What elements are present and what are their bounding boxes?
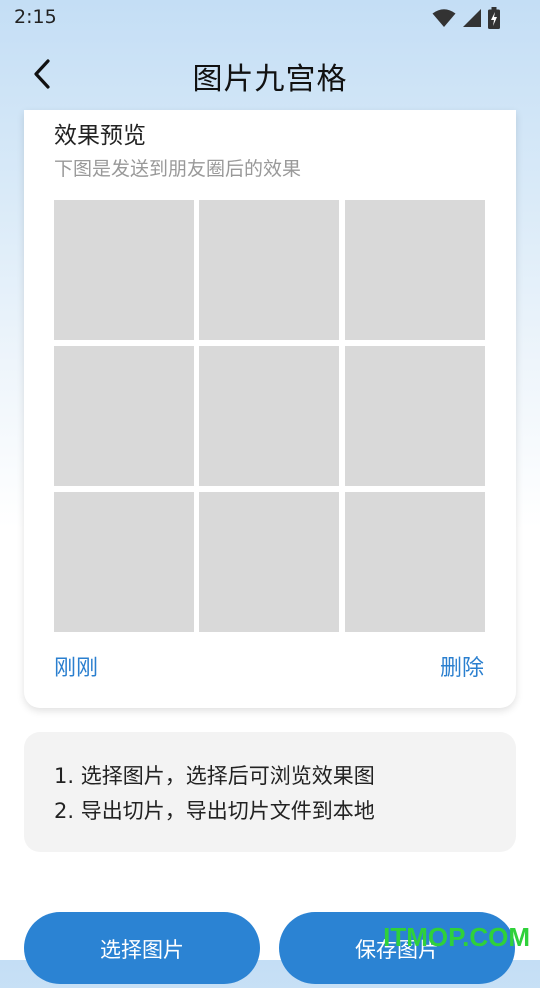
wifi-icon — [432, 8, 456, 28]
watermark: ITMOP.COM — [383, 922, 530, 952]
card-subtitle: 下图是发送到朋友圈后的效果 — [54, 158, 302, 180]
instruction-line-2: 2. 导出切片，导出切片文件到本地 — [54, 799, 375, 823]
card-title: 效果预览 — [54, 123, 146, 149]
grid-cell-7[interactable] — [54, 492, 194, 632]
instructions-panel: 1. 选择图片，选择后可浏览效果图 2. 导出切片，导出切片文件到本地 — [24, 732, 516, 852]
nine-grid-preview — [54, 200, 486, 632]
grid-cell-3[interactable] — [345, 200, 485, 340]
cellular-signal-icon — [462, 8, 482, 28]
preview-card: 效果预览 下图是发送到朋友圈后的效果 刚刚 删除 — [24, 110, 516, 708]
grid-cell-5[interactable] — [199, 346, 339, 486]
app-bar: 图片九宫格 — [0, 44, 540, 104]
post-time: 刚刚 — [54, 656, 99, 681]
delete-button[interactable]: 删除 — [440, 650, 484, 682]
page-title: 图片九宫格 — [192, 62, 348, 97]
grid-cell-9[interactable] — [345, 492, 485, 632]
grid-cell-8[interactable] — [199, 492, 339, 632]
status-time: 2:15 — [14, 6, 57, 28]
select-image-button[interactable]: 选择图片 — [24, 912, 260, 984]
battery-charging-icon — [488, 7, 500, 29]
instruction-line-1: 1. 选择图片，选择后可浏览效果图 — [54, 764, 375, 788]
status-bar: 2:15 — [0, 0, 540, 36]
status-icons — [432, 6, 500, 30]
grid-cell-2[interactable] — [199, 200, 339, 340]
grid-cell-1[interactable] — [54, 200, 194, 340]
grid-cell-4[interactable] — [54, 346, 194, 486]
grid-cell-6[interactable] — [345, 346, 485, 486]
